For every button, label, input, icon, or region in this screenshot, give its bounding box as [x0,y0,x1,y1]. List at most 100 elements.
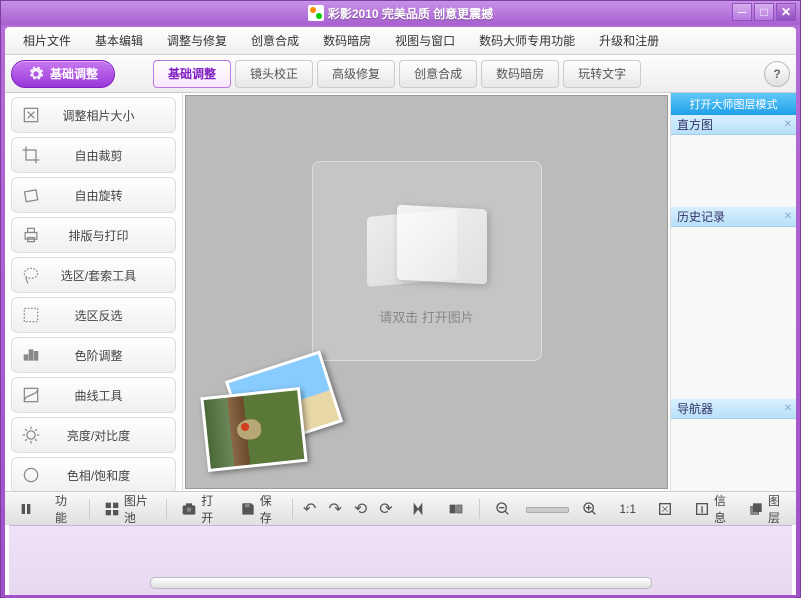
tool-selection-lasso[interactable]: 选区/套索工具 [11,257,176,293]
minimize-button[interactable]: ─ [732,3,752,21]
tool-resize[interactable]: 调整相片大小 [11,97,176,133]
pause-button[interactable] [11,497,41,521]
tool-levels[interactable]: 色阶调整 [11,337,176,373]
rotate-right-button[interactable]: ⟳ [377,499,394,519]
rotate-left-button[interactable]: ⟲ [352,499,369,519]
layers-icon [748,500,764,518]
grid-icon [104,500,120,518]
tab-digital-darkroom[interactable]: 数码暗房 [481,60,559,88]
close-button[interactable]: ✕ [776,3,796,21]
basic-adjust-label: 基础调整 [50,65,98,82]
zoom-slider[interactable] [526,503,568,515]
tab-advanced-repair[interactable]: 高级修复 [317,60,395,88]
info-button[interactable]: i信息 [688,497,736,521]
app-title: 彩影2010 完美品质 创意更震撼 [328,5,493,22]
menu-view-window[interactable]: 视图与窗口 [385,28,465,53]
close-icon[interactable]: ✕ [784,119,792,130]
zoom-out-icon [494,500,512,518]
levels-icon [20,344,42,366]
open-hint-text: 请双击 打开图片 [379,307,474,326]
tab-text-play[interactable]: 玩转文字 [563,60,641,88]
close-icon[interactable]: ✕ [784,403,792,414]
open-image-placeholder[interactable]: 请双击 打开图片 [312,161,542,361]
menu-basic-edit[interactable]: 基本编辑 [85,28,153,53]
open-button[interactable]: 打开 [175,497,225,521]
rotate-icon [20,184,42,206]
save-button[interactable]: 保存 [234,497,284,521]
tab-lens-correction[interactable]: 镜头校正 [235,60,313,88]
tab-basic-adjust[interactable]: 基础调整 [153,60,231,88]
tool-invert-selection[interactable]: 选区反选 [11,297,176,333]
undo-button[interactable]: ↶ [301,499,318,519]
tab-creative-compose[interactable]: 创意合成 [399,60,477,88]
flip-button[interactable] [403,497,433,521]
tool-hue-saturation[interactable]: 色相/饱和度 [11,457,176,491]
fit-screen-button[interactable] [650,497,680,521]
invert-selection-icon [20,304,42,326]
tool-layout-print[interactable]: 排版与打印 [11,217,176,253]
zoom-actual-button[interactable]: 1:1 [613,497,642,521]
menu-master-functions[interactable]: 数码大师专用功能 [469,28,585,53]
left-tool-panel: 调整相片大小 自由裁剪 自由旋转 排版与打印 选区/套索工具 选区反选 色阶调整… [5,93,183,491]
help-button[interactable]: ? [764,61,790,87]
panel-navigator-header[interactable]: 导航器✕ [671,399,796,419]
content: 基础调整 基础调整 镜头校正 高级修复 创意合成 数码暗房 玩转文字 ? 调整相… [5,55,796,595]
info-icon: i [694,500,710,518]
crop-icon [20,144,42,166]
lasso-icon [20,264,42,286]
tool-brightness-contrast[interactable]: 亮度/对比度 [11,417,176,453]
redo-button[interactable]: ↷ [326,499,343,519]
folder-icon [367,195,487,295]
titlebar[interactable]: 彩影2010 完美品质 创意更震撼 ─ □ ✕ [1,1,800,25]
right-panel: 打开大师图层模式 直方图✕ 历史记录✕ 导航器✕ [670,93,796,491]
panel-history-header[interactable]: 历史记录✕ [671,207,796,227]
menu-photo-file[interactable]: 相片文件 [13,28,81,53]
tool-curves[interactable]: 曲线工具 [11,377,176,413]
curves-icon [20,384,42,406]
basic-adjust-main-button[interactable]: 基础调整 [11,60,115,88]
zoom-out-button[interactable] [488,497,518,521]
hue-icon [20,464,42,486]
menu-creative-compose[interactable]: 创意合成 [241,28,309,53]
tool-rotate[interactable]: 自由旋转 [11,177,176,213]
menu-adjust-repair[interactable]: 调整与修复 [157,28,237,53]
zoom-in-icon [581,500,599,518]
maximize-button[interactable]: □ [754,3,774,21]
tool-crop[interactable]: 自由裁剪 [11,137,176,173]
camera-icon [181,500,197,518]
app-window: 彩影2010 完美品质 创意更震撼 ─ □ ✕ 相片文件 基本编辑 调整与修复 … [0,0,801,598]
fit-icon [656,500,674,518]
window-controls: ─ □ ✕ [732,3,796,21]
thumbnail-strip[interactable] [9,525,792,595]
zoom-in-button[interactable] [575,497,605,521]
functions-button[interactable]: 功能 [49,497,81,521]
sample-photo-stack [206,368,346,468]
menu-digital-darkroom[interactable]: 数码暗房 [313,28,381,53]
compare-icon [447,500,465,518]
close-icon[interactable]: ✕ [784,211,792,222]
panel-histogram-body [671,135,796,207]
panel-history-body [671,227,796,399]
pause-icon [17,500,35,518]
toolbar: 基础调整 基础调整 镜头校正 高级修复 创意合成 数码暗房 玩转文字 ? [5,55,796,93]
layers-button[interactable]: 图层 [742,497,790,521]
panel-histogram-header[interactable]: 直方图✕ [671,115,796,135]
app-icon [308,5,324,21]
save-icon [240,500,256,518]
open-layer-mode-button[interactable]: 打开大师图层模式 [671,93,796,115]
panel-navigator-body [671,419,796,491]
gear-icon [28,66,44,82]
sample-photo-bird [200,387,307,472]
statusbar: 功能 图片池 打开 保存 ↶ ↷ ⟲ ⟳ 1:1 i信息 图层 [5,491,796,525]
brightness-icon [20,424,42,446]
canvas[interactable]: 请双击 打开图片 [185,95,668,489]
main-area: 调整相片大小 自由裁剪 自由旋转 排版与打印 选区/套索工具 选区反选 色阶调整… [5,93,796,491]
flip-icon [409,500,427,518]
resize-icon [20,104,42,126]
svg-text:i: i [701,505,703,514]
print-icon [20,224,42,246]
compare-button[interactable] [441,497,471,521]
image-pool-button[interactable]: 图片池 [98,497,159,521]
menu-upgrade-register[interactable]: 升级和注册 [589,28,669,53]
menubar: 相片文件 基本编辑 调整与修复 创意合成 数码暗房 视图与窗口 数码大师专用功能… [5,27,796,55]
